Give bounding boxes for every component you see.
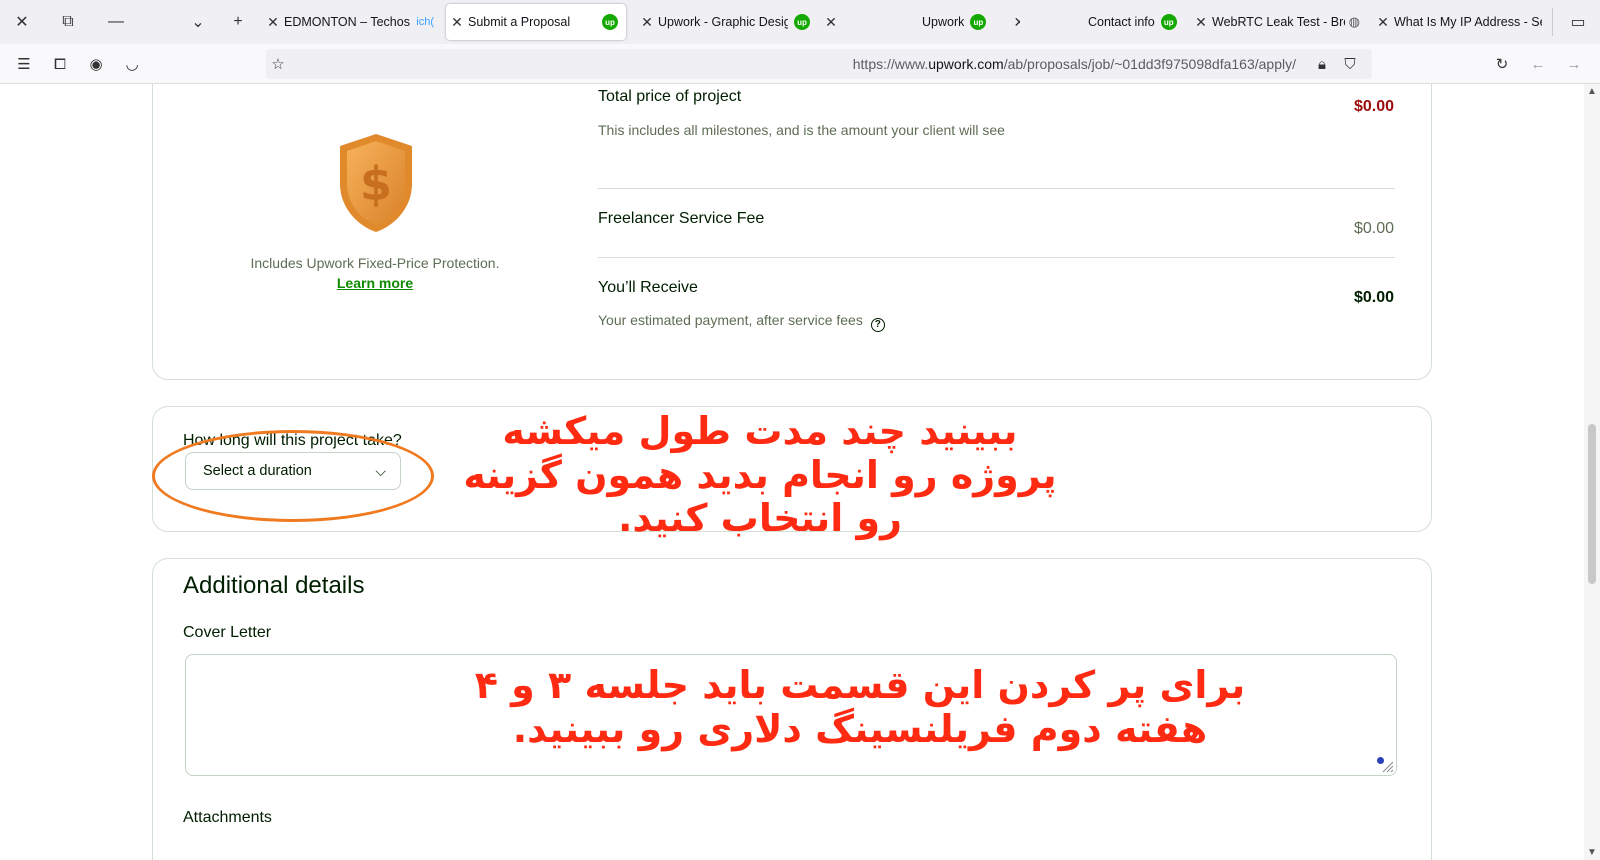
protection-text: Includes Upwork Fixed-Price Protection.: [250, 255, 500, 271]
page-content: $ Includes Upwork Fixed-Price Protection…: [0, 84, 1584, 860]
menu-icon[interactable]: ☰: [12, 52, 36, 76]
duration-annotation: ببینید چند مدت طول میکشه پروژه رو انجام …: [463, 409, 1057, 541]
tab-whatismyip[interactable]: ✕ What Is My IP Address - Sea: [1372, 4, 1542, 40]
divider: [598, 257, 1395, 258]
tab-contact-info[interactable]: Contact info up: [1030, 4, 1180, 40]
cover-letter-label: Cover Letter: [183, 624, 272, 641]
new-tab-icon[interactable]: +: [226, 10, 250, 34]
resize-grip-icon[interactable]: [1380, 759, 1394, 773]
tab-close-icon[interactable]: ✕: [636, 14, 658, 31]
scrollbar-thumb[interactable]: [1588, 424, 1596, 584]
highlight-ellipse: [152, 430, 434, 522]
tab-close-icon[interactable]: ✕: [1190, 14, 1212, 31]
tab-submit-proposal[interactable]: ✕ Submit a Proposal up: [446, 4, 626, 40]
lock-icon[interactable]: 🔒︎: [1310, 52, 1334, 76]
service-fee-value: $0.00: [1353, 220, 1394, 237]
bookmark-star-icon[interactable]: ☆: [266, 52, 290, 76]
tab-close-icon[interactable]: ✕: [446, 14, 468, 31]
upwork-favicon-icon: up: [794, 14, 810, 30]
account-icon[interactable]: ◉: [84, 52, 108, 76]
reload-icon[interactable]: ↻: [1490, 52, 1514, 76]
scroll-up-icon[interactable]: ▲: [1587, 86, 1597, 97]
nav-bar: ☰ ⧠ ◉ ◡ ☆ https://www.upwork.com/ab/prop…: [0, 44, 1600, 84]
sidebar-toggle-icon[interactable]: ▭: [1566, 10, 1590, 34]
fingerprint-favicon-icon: ◍: [1348, 14, 1360, 29]
upwork-favicon-icon: up: [1160, 14, 1177, 30]
tab-upwork-graphic[interactable]: ✕ Upwork - Graphic Desig up: [636, 4, 810, 40]
upwork-favicon-icon: up: [602, 14, 618, 30]
tab-edmonton[interactable]: ✕ EDMONTON – Techos ich(: [262, 4, 434, 40]
close-window-icon[interactable]: ✕: [10, 10, 34, 34]
total-price-title: Total price of project: [598, 88, 742, 105]
url-bar[interactable]: ☆ https://www.upwork.com/ab/proposals/jo…: [266, 49, 1372, 79]
tab-webrtc[interactable]: ✕ WebRTC Leak Test - Bro ◍: [1190, 4, 1360, 40]
tab-close-icon[interactable]: ✕: [1008, 14, 1021, 31]
additional-details-title: Additional details: [183, 572, 365, 599]
attachments-label: Attachments: [183, 809, 272, 826]
service-fee-title: Freelancer Service Fee: [598, 210, 765, 227]
url-text[interactable]: https://www.upwork.com/ab/proposals/job/…: [853, 56, 1296, 72]
dollar-shield-icon: $: [340, 134, 412, 232]
total-price-value: $0.00: [1353, 98, 1394, 115]
divider: [598, 188, 1395, 189]
minimize-icon[interactable]: —: [104, 10, 128, 34]
back-icon[interactable]: ←: [1526, 52, 1550, 76]
receive-title: You’ll Receive: [598, 279, 698, 296]
page-scrollbar[interactable]: ▲ ▼: [1584, 84, 1600, 860]
receive-subtitle: Your estimated payment, after service fe…: [598, 312, 885, 332]
tab-close-icon[interactable]: ✕: [1372, 14, 1394, 31]
tab-close-icon[interactable]: ✕: [262, 14, 284, 31]
forward-icon[interactable]: →: [1562, 52, 1586, 76]
svg-text:$: $: [360, 157, 392, 211]
tab-bar: ✕ ⧉ — ⌄ + ✕ EDMONTON – Techos ich( ✕ Sub…: [0, 0, 1600, 44]
tab-close-icon[interactable]: ✕: [820, 14, 842, 31]
tab-list-chevron-icon[interactable]: ⌄: [186, 10, 210, 34]
upwork-favicon-icon: up: [970, 14, 987, 30]
learn-more-link[interactable]: Learn more: [300, 275, 450, 291]
extensions-icon[interactable]: ⧠: [48, 52, 72, 76]
scroll-down-icon[interactable]: ▼: [1587, 847, 1597, 858]
shield-icon[interactable]: ⛉: [1338, 52, 1362, 76]
tab-overview-icon[interactable]: ⧉: [56, 10, 80, 34]
tab-upwork[interactable]: ✕ Upwork up ✕: [820, 4, 1020, 40]
total-price-subtitle: This includes all milestones, and is the…: [598, 122, 1005, 138]
help-icon[interactable]: ?: [870, 317, 885, 332]
pocket-icon[interactable]: ◡: [120, 52, 144, 76]
tab-divider: [1552, 8, 1553, 36]
cover-letter-annotation: برای پر کردن این قسمت باید جلسه ۳ و ۴ هف…: [474, 663, 1246, 751]
receive-value: $0.00: [1353, 289, 1394, 306]
